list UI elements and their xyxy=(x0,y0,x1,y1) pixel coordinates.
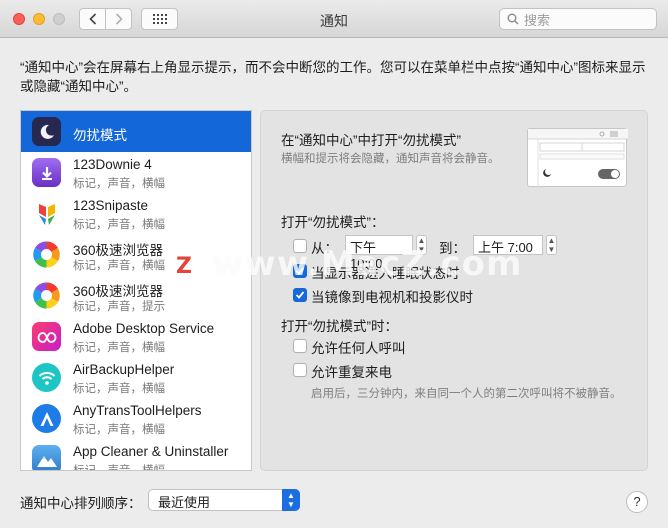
wifi-icon xyxy=(32,363,61,392)
app-name: 360极速浏览器 xyxy=(73,243,164,258)
allow-calls-label: 允许任何人呼叫 xyxy=(311,341,406,356)
mirror-label: 当镜像到电视机和投影仪时 xyxy=(311,290,473,305)
dnd-preview-image xyxy=(527,128,628,188)
app-alert-style: 标记，声音，横幅 xyxy=(73,342,165,354)
app-name: Adobe Desktop Service xyxy=(73,321,215,336)
sort-order-select[interactable]: 最近使用 ▲ ▼ xyxy=(148,489,300,511)
intro-text: “通知中心”会在屏幕右上角显示提示，而不会中断您的工作。您可以在菜单栏中点按“通… xyxy=(20,60,646,94)
watermark-text: www.MacZ.com xyxy=(212,244,523,284)
app-name: AnyTransToolHelpers xyxy=(73,403,202,418)
moon-icon xyxy=(32,117,61,146)
mirror-checkbox[interactable] xyxy=(293,288,307,302)
schedule-heading: 打开“勿扰模式”： xyxy=(281,215,385,230)
list-item[interactable]: App Cleaner & Uninstaller 标记，声音，横幅 xyxy=(21,439,251,471)
title-bar: 通知 搜索 xyxy=(0,0,668,38)
repeat-calls-checkbox[interactable] xyxy=(293,363,307,377)
app-alert-style: 标记，声音，提示 xyxy=(73,301,165,313)
downie-icon xyxy=(32,158,61,187)
adobe-cc-icon xyxy=(32,322,61,351)
search-input[interactable]: 搜索 xyxy=(499,8,657,30)
repeat-calls-label: 允许重复来电 xyxy=(311,365,392,380)
app-alert-style: 标记，声音，横幅 xyxy=(73,219,165,231)
when-on-heading: 打开“勿扰模式”时： xyxy=(281,319,398,334)
watermark-logo: Z xyxy=(165,247,203,285)
panel-title: 在“通知中心”中打开“勿扰模式” xyxy=(281,133,461,148)
list-item[interactable]: 123Downie 4 标记，声音，横幅 xyxy=(21,152,251,193)
app-alert-style: 标记，声音，横幅 xyxy=(73,424,165,436)
list-item[interactable]: AnyTransToolHelpers 标记，声音，横幅 xyxy=(21,398,251,439)
to-time-stepper[interactable]: ▲ ▼ xyxy=(546,235,557,255)
checkmark-icon xyxy=(295,291,305,299)
allow-calls-checkbox[interactable] xyxy=(293,339,307,353)
browser-360-icon xyxy=(32,240,61,269)
app-name: 360极速浏览器 xyxy=(73,284,164,299)
app-cleaner-icon xyxy=(32,445,61,470)
help-button[interactable]: ? xyxy=(626,491,648,513)
list-item-do-not-disturb[interactable]: 勿扰模式 xyxy=(21,111,251,152)
anytrans-icon xyxy=(32,404,61,433)
app-list[interactable]: 勿扰模式 123Downie 4 标记，声音，横幅 123Snipaste 标记… xyxy=(20,110,252,471)
app-alert-style: 标记，声音，横幅 xyxy=(73,465,165,471)
app-alert-style: 标记，声音，横幅 xyxy=(73,383,165,395)
app-name: 123Downie 4 xyxy=(73,157,152,172)
app-alert-style: 标记，声音，横幅 xyxy=(73,260,165,272)
app-alert-style: 标记，声音，横幅 xyxy=(73,178,165,190)
dnd-settings-panel: 在“通知中心”中打开“勿扰模式” 横幅和提示将会隐藏，通知声音将会静音。 打开“… xyxy=(260,110,648,471)
select-arrows-icon: ▲ ▼ xyxy=(282,489,300,511)
browser-360-icon xyxy=(32,281,61,310)
app-name: App Cleaner & Uninstaller xyxy=(73,444,229,459)
app-name: 勿扰模式 xyxy=(73,128,127,143)
sort-order-label: 通知中心排列顺序： xyxy=(20,496,142,511)
list-item[interactable]: 123Snipaste 标记，声音，横幅 xyxy=(21,193,251,234)
snipaste-icon xyxy=(32,199,61,228)
repeat-calls-note: 启用后，三分钟内，来自同一个人的第二次呼叫将不被静音。 xyxy=(311,388,622,400)
list-item[interactable]: Adobe Desktop Service 标记，声音，横幅 xyxy=(21,316,251,357)
list-item[interactable]: AirBackupHelper 标记，声音，横幅 xyxy=(21,357,251,398)
panel-subtitle: 横幅和提示将会隐藏，通知声音将会静音。 xyxy=(281,153,500,165)
app-name: 123Snipaste xyxy=(73,198,149,213)
app-name: AirBackupHelper xyxy=(73,362,175,377)
search-icon xyxy=(507,13,519,25)
search-placeholder: 搜索 xyxy=(524,12,551,28)
sort-order-value: 最近使用 xyxy=(158,495,211,510)
